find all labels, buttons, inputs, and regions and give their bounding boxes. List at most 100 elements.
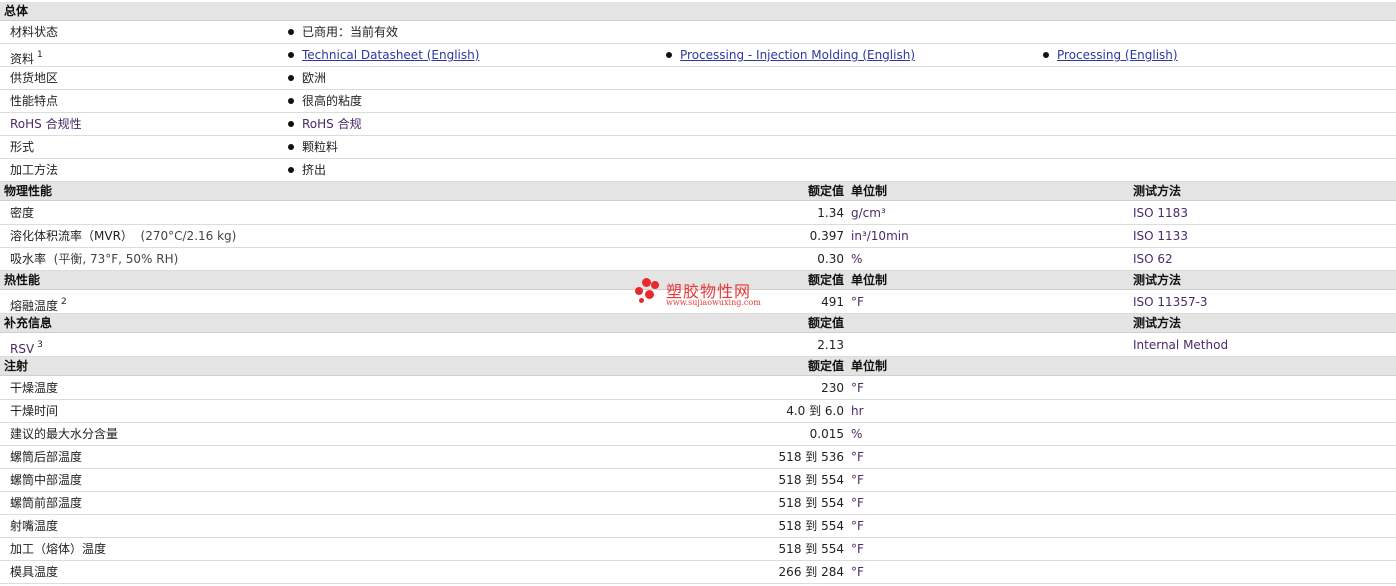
- bullet-icon: [288, 75, 294, 81]
- row-unit: °F: [851, 565, 864, 579]
- row-label: 螺筒中部温度: [10, 473, 83, 487]
- table-row: 加工方法 挤出: [0, 159, 1396, 182]
- table-row: 干燥温度 230 °F: [0, 377, 1396, 400]
- row-value: 266 到 284: [778, 565, 844, 579]
- row-unit: °F: [851, 450, 864, 464]
- row-unit: %: [851, 427, 863, 441]
- table-row: RSV 3 2.13 Internal Method: [0, 334, 1396, 357]
- row-value: 已商用：当前有效: [288, 21, 398, 43]
- row-value: 0.015: [809, 427, 844, 441]
- processing-injection-link[interactable]: Processing - Injection Molding (English): [666, 44, 915, 66]
- watermark-logo: 塑胶物性网 www.sujiaowuxing.com: [635, 276, 775, 310]
- table-row: 吸水率 (平衡, 73°F, 50% RH) 0.30 % ISO 62: [0, 248, 1396, 271]
- datasheet-link[interactable]: Technical Datasheet (English): [288, 44, 479, 66]
- table-row: 资料 1 Technical Datasheet (English) Proces…: [0, 44, 1396, 67]
- section-header-supplemental: 补充信息 额定值 测试方法: [0, 314, 1396, 333]
- test-method-link[interactable]: ISO 11357-3: [1133, 291, 1208, 313]
- test-method-link[interactable]: ISO 62: [1133, 248, 1173, 270]
- logo-dot-icon: [635, 287, 643, 295]
- row-label: 螺筒后部温度: [10, 450, 83, 464]
- row-unit: °F: [851, 542, 864, 556]
- section-title: 补充信息: [4, 316, 53, 330]
- row-value: 2.13: [817, 338, 844, 352]
- logo-dot-icon: [642, 278, 651, 287]
- bullet-icon: [1043, 52, 1049, 58]
- section-title: 注射: [4, 359, 29, 373]
- bullet-icon: [288, 29, 294, 35]
- table-row: 密度 1.34 g/cm³ ISO 1183: [0, 202, 1396, 225]
- col-header-unit: 单位制: [851, 184, 888, 198]
- rohs-label-link[interactable]: RoHS 合规性: [10, 113, 82, 135]
- row-value: 颗粒料: [288, 136, 338, 158]
- section-header-injection: 注射 额定值 单位制: [0, 357, 1396, 376]
- row-label: 密度: [10, 206, 35, 220]
- table-row: 干燥时间 4.0 到 6.0 hr: [0, 400, 1396, 423]
- col-header-value: 额定值: [807, 184, 844, 198]
- test-method-link[interactable]: ISO 1183: [1133, 202, 1188, 224]
- col-header-unit: 单位制: [851, 273, 888, 287]
- section-title: 总体: [4, 4, 29, 18]
- row-value: 518 到 554: [778, 496, 844, 510]
- table-row: 溶化体积流率（MVR） (270°C/2.16 kg) 0.397 in³/10…: [0, 225, 1396, 248]
- section-title: 物理性能: [4, 184, 53, 198]
- row-value: 491: [821, 295, 844, 309]
- footnote-ref[interactable]: 1: [37, 50, 43, 60]
- table-row: 加工（熔体）温度 518 到 554 °F: [0, 538, 1396, 561]
- row-value: 0.397: [809, 229, 844, 243]
- row-value: 518 到 554: [778, 473, 844, 487]
- footnote-ref[interactable]: 3: [37, 340, 43, 350]
- row-label: 螺筒前部温度: [10, 496, 83, 510]
- table-row: 螺筒中部温度 518 到 554 °F: [0, 469, 1396, 492]
- logo-dot-icon: [639, 298, 644, 303]
- row-label: 建议的最大水分含量: [10, 427, 119, 441]
- table-row: 形式 颗粒料: [0, 136, 1396, 159]
- table-row: RoHS 合规性 RoHS 合规: [0, 113, 1396, 136]
- test-method-link[interactable]: Internal Method: [1133, 334, 1228, 356]
- bullet-icon: [288, 121, 294, 127]
- row-label: 溶化体积流率（MVR） (270°C/2.16 kg): [10, 229, 237, 243]
- row-unit: °F: [851, 473, 864, 487]
- row-label: 性能特点: [10, 94, 59, 108]
- col-header-test: 测试方法: [1133, 273, 1182, 287]
- section-title: 热性能: [4, 273, 41, 287]
- bullet-icon: [288, 98, 294, 104]
- col-header-value: 额定值: [807, 316, 844, 330]
- section-header-physical: 物理性能 额定值 单位制 测试方法: [0, 182, 1396, 201]
- row-unit: hr: [851, 404, 864, 418]
- col-header-test: 测试方法: [1133, 184, 1182, 198]
- bullet-icon: [288, 167, 294, 173]
- table-row: 材料状态 已商用：当前有效: [0, 21, 1396, 44]
- col-header-test: 测试方法: [1133, 316, 1182, 330]
- col-header-unit: 单位制: [851, 359, 888, 373]
- row-value: 518 到 554: [778, 519, 844, 533]
- row-value: 518 到 536: [778, 450, 844, 464]
- row-label: 供货地区: [10, 71, 59, 85]
- logo-dot-icon: [645, 290, 654, 299]
- row-value: 挤出: [288, 159, 326, 181]
- row-label: 加工（熔体）温度: [10, 542, 107, 556]
- row-value: 518 到 554: [778, 542, 844, 556]
- row-value: 1.34: [817, 206, 844, 220]
- row-value: 230: [821, 381, 844, 395]
- processing-link[interactable]: Processing (English): [1043, 44, 1178, 66]
- table-row: 建议的最大水分含量 0.015 %: [0, 423, 1396, 446]
- row-unit: g/cm³: [851, 206, 886, 220]
- table-row: 射嘴温度 518 到 554 °F: [0, 515, 1396, 538]
- col-header-value: 额定值: [807, 359, 844, 373]
- row-unit: °F: [851, 295, 864, 309]
- row-unit: °F: [851, 381, 864, 395]
- row-label: 干燥温度: [10, 381, 59, 395]
- section-header-general: 总体: [0, 2, 1396, 21]
- footnote-ref[interactable]: 2: [61, 297, 67, 307]
- bullet-icon: [288, 144, 294, 150]
- table-row: 性能特点 很高的粘度: [0, 90, 1396, 113]
- col-header-value: 额定值: [807, 273, 844, 287]
- row-value[interactable]: RoHS 合规: [288, 113, 362, 135]
- test-method-link[interactable]: ISO 1133: [1133, 225, 1188, 247]
- logo-dot-icon: [651, 281, 659, 289]
- row-label: 干燥时间: [10, 404, 59, 418]
- row-label: 材料状态: [10, 25, 59, 39]
- bullet-icon: [666, 52, 672, 58]
- row-value: 0.30: [817, 252, 844, 266]
- bullet-icon: [288, 52, 294, 58]
